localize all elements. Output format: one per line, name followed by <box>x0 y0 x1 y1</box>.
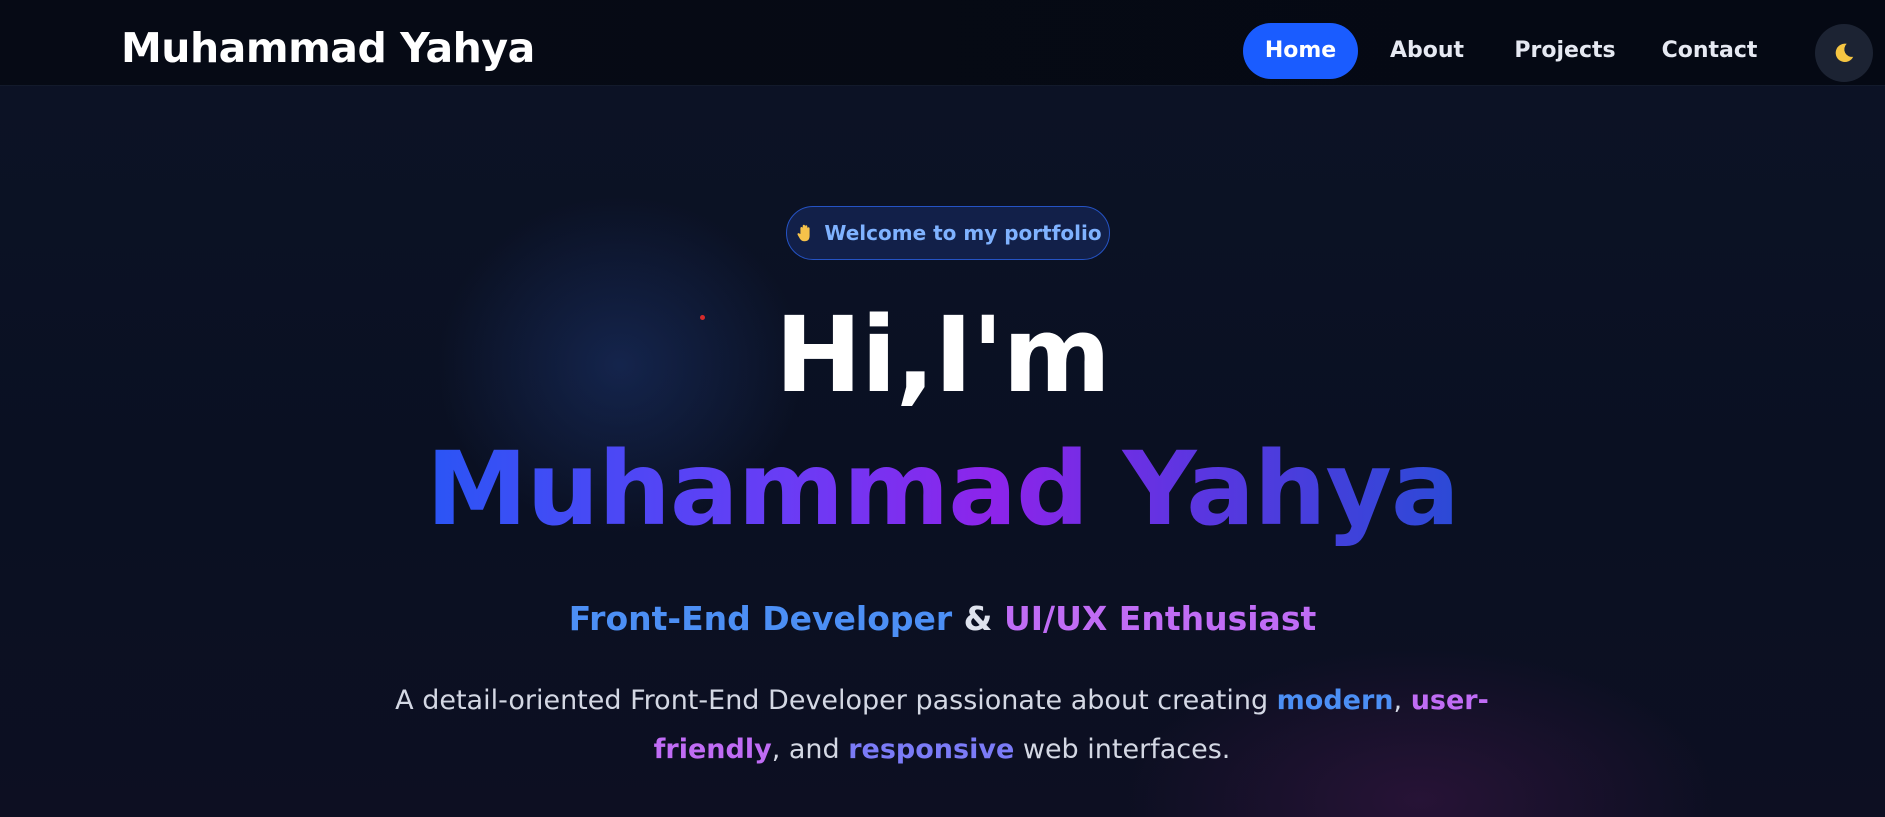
desc-text-2: web interfaces. <box>1014 734 1231 765</box>
portfolio-page: Muhammad Yahya Home About Projects Conta… <box>0 0 1885 817</box>
nav-link-contact[interactable]: Contact <box>1652 23 1767 79</box>
waving-hand-icon <box>797 224 810 242</box>
desc-highlight-modern: modern <box>1276 685 1394 716</box>
desc-sep-1: , <box>1393 685 1411 716</box>
theme-toggle-button[interactable] <box>1815 24 1873 82</box>
role-front-end: Front-End Developer <box>568 599 953 638</box>
hero-section: Welcome to my portfolio Hi,I'm Muhammad … <box>0 85 1885 817</box>
moon-icon <box>1835 43 1854 63</box>
welcome-badge: Welcome to my portfolio <box>786 206 1110 260</box>
navbar: Muhammad Yahya Home About Projects Conta… <box>0 0 1885 85</box>
name-heading: Muhammad Yahya <box>0 431 1885 549</box>
desc-highlight-responsive: responsive <box>848 734 1015 765</box>
nav-link-about[interactable]: About <box>1377 23 1477 79</box>
greeting-heading: Hi,I'm <box>774 294 1111 416</box>
desc-sep-2: , and <box>771 734 849 765</box>
welcome-badge-text: Welcome to my portfolio <box>824 221 1102 245</box>
desc-text-1: A detail-oriented Front-End Developer pa… <box>395 685 1277 716</box>
brand-logo[interactable]: Muhammad Yahya <box>121 24 535 72</box>
nav-link-projects[interactable]: Projects <box>1500 23 1630 79</box>
role-ui-ux: UI/UX Enthusiast <box>1003 599 1317 638</box>
role-subtitle: Front-End Developer & UI/UX Enthusiast <box>0 597 1885 641</box>
name-gradient-text: Muhammad Yahya <box>426 430 1460 549</box>
intro-description: A detail-oriented Front-End Developer pa… <box>392 676 1492 774</box>
role-ampersand: & <box>963 599 993 638</box>
nav-link-home[interactable]: Home <box>1243 23 1358 79</box>
